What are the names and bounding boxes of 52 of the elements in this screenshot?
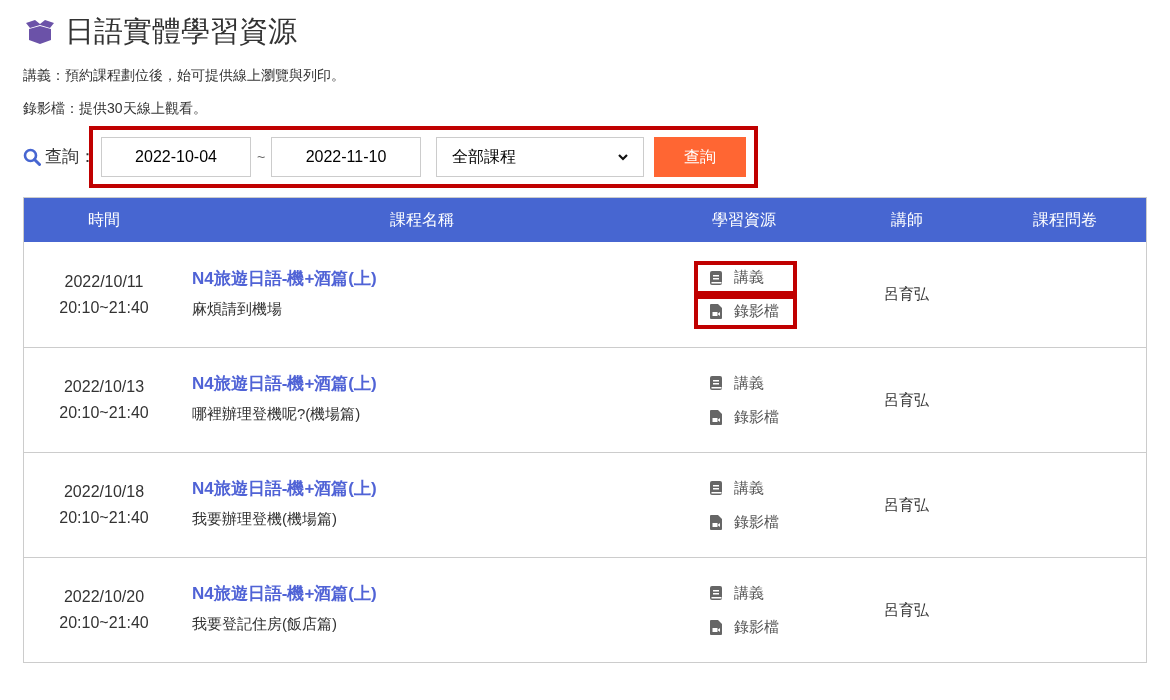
course-dropdown[interactable]: 全部課程 [436, 137, 644, 177]
resource-link[interactable]: 講義 [694, 366, 797, 400]
lesson-title: 麻煩請到機場 [192, 298, 283, 319]
session-date: 2022/10/18 [63, 482, 145, 502]
open-box-icon [23, 19, 57, 45]
resource-link[interactable]: 錄影檔 [694, 610, 797, 644]
lesson-title: 我要辦理登機(機場篇) [192, 509, 338, 529]
teacher-name: 呂育弘 [883, 494, 930, 515]
lesson-title: 哪裡辦理登機呢?(機場篇) [192, 404, 362, 424]
session-time: 20:10~21:40 [59, 297, 149, 318]
resource-link[interactable]: 錄影檔 [694, 505, 797, 539]
course-title-link[interactable]: N4旅遊日語-機+酒篇(上) [192, 371, 659, 397]
range-separator: ~ [255, 147, 267, 167]
session-time: 20:10~21:40 [59, 403, 149, 423]
course-title-link[interactable]: N4旅遊日語-機+酒篇(上) [192, 265, 659, 292]
start-date-field[interactable]: 2022-10-04 [101, 137, 251, 177]
session-date: 2022/10/11 [64, 271, 144, 292]
resource-link[interactable]: 講義 [694, 576, 797, 610]
resource-link[interactable]: 講義 [694, 260, 797, 295]
note-text: 講義：預約課程劃位後，始可提供線上瀏覽與列印。 [23, 66, 346, 85]
teacher-name: 呂育弘 [883, 389, 930, 410]
book-icon [710, 481, 722, 495]
video-file-icon [710, 409, 722, 425]
note-text: 錄影檔：提供30天線上觀看。 [23, 99, 208, 118]
resource-link[interactable]: 錄影檔 [694, 400, 797, 434]
session-date: 2022/10/13 [63, 377, 145, 397]
query-label: 查詢： [45, 146, 93, 169]
column-header: 課程問卷 [1032, 210, 1098, 230]
teacher-name: 呂育弘 [883, 599, 930, 620]
column-header: 學習資源 [711, 210, 777, 230]
book-icon [710, 376, 722, 390]
video-file-icon [710, 304, 722, 319]
session-time: 20:10~21:40 [59, 613, 149, 633]
end-date-field[interactable]: 2022-11-10 [271, 137, 421, 177]
resource-link[interactable]: 錄影檔 [694, 294, 797, 329]
page-title: 日語實體學習資源 [65, 14, 297, 50]
video-file-icon [710, 514, 722, 530]
column-header: 課程名稱 [388, 210, 455, 230]
course-title-link[interactable]: N4旅遊日語-機+酒篇(上) [192, 581, 659, 607]
session-time: 20:10~21:40 [59, 508, 149, 528]
column-header: 時間 [87, 210, 121, 230]
book-icon [710, 270, 722, 285]
session-date: 2022/10/20 [63, 587, 145, 607]
teacher-name: 呂育弘 [883, 284, 930, 305]
lesson-title: 我要登記住房(飯店篇) [192, 614, 338, 634]
course-title-link[interactable]: N4旅遊日語-機+酒篇(上) [192, 476, 659, 502]
search-icon [23, 148, 41, 166]
book-icon [710, 586, 722, 600]
resource-link[interactable]: 講義 [694, 471, 797, 505]
chevron-down-icon [618, 153, 628, 161]
video-file-icon [710, 619, 722, 635]
column-header: 講師 [889, 210, 924, 230]
